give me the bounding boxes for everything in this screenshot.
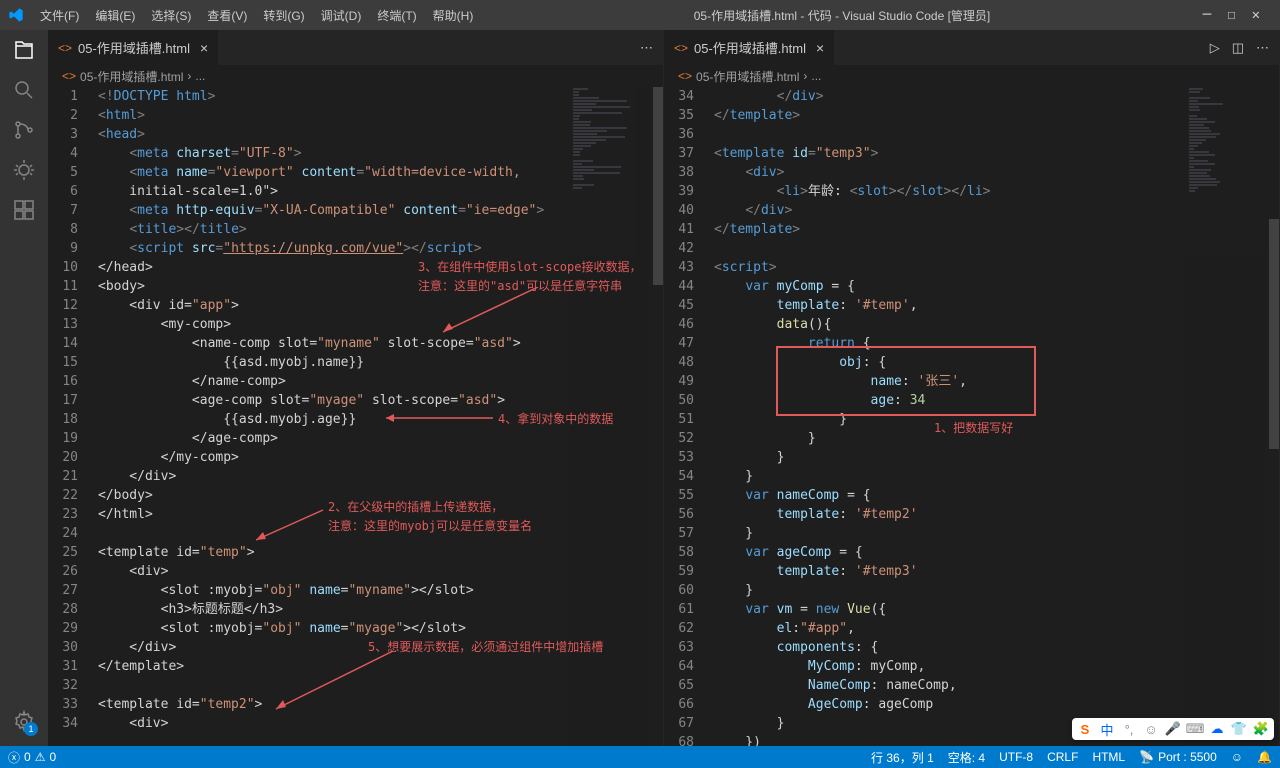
tab-actions: ▷ ◫ ⋯ <box>1200 40 1279 56</box>
split-icon[interactable]: ◫ <box>1232 40 1244 56</box>
titlebar: 文件(F) 编辑(E) 选择(S) 查看(V) 转到(G) 调试(D) 终端(T… <box>0 0 1280 30</box>
status-bell[interactable]: 🔔 <box>1257 749 1272 766</box>
menu-selection[interactable]: 选择(S) <box>143 7 199 24</box>
tab-label: 05-作用域插槽.html <box>694 38 806 57</box>
more-icon[interactable]: ⋯ <box>1256 40 1269 56</box>
menu-edit[interactable]: 编辑(E) <box>87 7 143 24</box>
ime-voice-icon[interactable]: 🎤 <box>1164 720 1182 738</box>
status-encoding[interactable]: UTF-8 <box>999 749 1033 766</box>
statusbar: ⓧ0 ⚠0 行 36，列 1 空格: 4 UTF-8 CRLF HTML 📡Po… <box>0 746 1280 768</box>
annotation-4: 4、拿到对象中的数据 <box>498 410 613 429</box>
status-position[interactable]: 行 36，列 1 <box>871 749 934 766</box>
main-area: 1 <> 05-作用域插槽.html × ⋯ <> 05-作用域插槽.html … <box>0 30 1280 746</box>
breadcrumb-file: 05-作用域插槽.html <box>696 68 799 85</box>
gutter-right: 3435363738394041424344454647484950515253… <box>664 87 714 746</box>
menu-file[interactable]: 文件(F) <box>32 7 87 24</box>
scrollbar-right[interactable] <box>1265 87 1279 746</box>
tabs-left: <> 05-作用域插槽.html × ⋯ <box>48 30 663 65</box>
ime-emoji-icon[interactable]: ☺ <box>1142 720 1160 738</box>
vscode-logo-icon <box>8 7 24 23</box>
breadcrumb-rest: ... <box>195 69 205 83</box>
settings-icon[interactable]: 1 <box>12 710 36 734</box>
ime-lang-icon[interactable]: 中 <box>1098 720 1116 738</box>
more-icon[interactable]: ⋯ <box>640 40 653 56</box>
annotation-5: 5、想要展示数据，必须通过组件中增加插槽 <box>368 638 603 657</box>
menu-go[interactable]: 转到(G) <box>255 7 312 24</box>
source-control-icon[interactable] <box>12 118 36 142</box>
breadcrumb-sep: › <box>803 69 807 83</box>
breadcrumb-sep: › <box>187 69 191 83</box>
gutter-left: 1234567891011121314151617181920212223242… <box>48 87 98 746</box>
status-language[interactable]: HTML <box>1092 749 1125 766</box>
ime-keyboard-icon[interactable]: ⌨ <box>1186 720 1204 738</box>
ime-logo-icon[interactable]: S <box>1076 720 1094 738</box>
tab-close-icon[interactable]: × <box>816 40 824 56</box>
tab-file[interactable]: <> 05-作用域插槽.html × <box>664 30 835 65</box>
editor-group-right: <> 05-作用域插槽.html × ▷ ◫ ⋯ <> 05-作用域插槽.htm… <box>664 30 1280 746</box>
html-file-icon: <> <box>674 41 688 55</box>
breadcrumb-left[interactable]: <> 05-作用域插槽.html › ... <box>48 65 663 87</box>
annotation-2: 2、在父级中的插槽上传递数据，注意：这里的myobj可以是任意变量名 <box>328 498 532 536</box>
scrollbar-left[interactable] <box>649 87 663 746</box>
status-feedback[interactable]: ☺ <box>1231 749 1243 766</box>
code-area-left[interactable]: 1234567891011121314151617181920212223242… <box>48 87 663 746</box>
status-problems[interactable]: ⓧ0 ⚠0 <box>8 749 56 766</box>
editor-area: <> 05-作用域插槽.html × ⋯ <> 05-作用域插槽.html › … <box>48 30 1280 746</box>
tabs-right: <> 05-作用域插槽.html × ▷ ◫ ⋯ <box>664 30 1279 65</box>
breadcrumb-file: 05-作用域插槽.html <box>80 68 183 85</box>
status-port[interactable]: 📡Port : 5500 <box>1139 749 1217 766</box>
broadcast-icon: 📡 <box>1139 750 1154 764</box>
warning-icon: ⚠ <box>35 750 46 764</box>
status-eol[interactable]: CRLF <box>1047 749 1078 766</box>
ime-skin-icon[interactable]: 👕 <box>1230 720 1248 738</box>
menu-terminal[interactable]: 终端(T) <box>369 7 424 24</box>
code-area-right[interactable]: 3435363738394041424344454647484950515253… <box>664 87 1279 746</box>
html-file-icon: <> <box>58 41 72 55</box>
menu-bar: 文件(F) 编辑(E) 选择(S) 查看(V) 转到(G) 调试(D) 终端(T… <box>32 7 481 24</box>
breadcrumb-rest: ... <box>811 69 821 83</box>
search-icon[interactable] <box>12 78 36 102</box>
ime-cloud-icon[interactable]: ☁ <box>1208 720 1226 738</box>
minimap-right[interactable] <box>1185 87 1265 746</box>
ime-punct-icon[interactable]: °, <box>1120 720 1138 738</box>
menu-view[interactable]: 查看(V) <box>199 7 255 24</box>
editor-group-left: <> 05-作用域插槽.html × ⋯ <> 05-作用域插槽.html › … <box>48 30 664 746</box>
annotation-3: 3、在组件中使用slot-scope接收数据，注意：这里的"asd"可以是任意字… <box>418 258 641 296</box>
close-icon[interactable]: ✕ <box>1252 7 1260 23</box>
maximize-icon[interactable]: ☐ <box>1227 7 1235 23</box>
status-spaces[interactable]: 空格: 4 <box>948 749 985 766</box>
run-icon[interactable]: ▷ <box>1210 40 1220 56</box>
debug-icon[interactable] <box>12 158 36 182</box>
window-controls: ─ ☐ ✕ <box>1203 7 1260 23</box>
ime-tool-icon[interactable]: 🧩 <box>1252 720 1270 738</box>
minimize-icon[interactable]: ─ <box>1203 7 1211 23</box>
menu-debug[interactable]: 调试(D) <box>313 7 370 24</box>
explorer-icon[interactable] <box>12 38 36 62</box>
tab-actions: ⋯ <box>630 40 663 56</box>
error-icon: ⓧ <box>8 749 20 766</box>
tab-close-icon[interactable]: × <box>200 40 208 56</box>
annotation-1: 1、把数据写好 <box>934 419 1013 438</box>
ime-toolbar[interactable]: S 中 °, ☺ 🎤 ⌨ ☁ 👕 🧩 <box>1072 718 1274 740</box>
extensions-icon[interactable] <box>12 198 36 222</box>
window-title: 05-作用域插槽.html - 代码 - Visual Studio Code … <box>481 7 1202 24</box>
tab-file[interactable]: <> 05-作用域插槽.html × <box>48 30 219 65</box>
menu-help[interactable]: 帮助(H) <box>425 7 482 24</box>
activity-bar: 1 <box>0 30 48 746</box>
settings-badge: 1 <box>24 722 38 736</box>
html-file-icon: <> <box>62 69 76 83</box>
breadcrumb-right[interactable]: <> 05-作用域插槽.html › ... <box>664 65 1279 87</box>
html-file-icon: <> <box>678 69 692 83</box>
tab-label: 05-作用域插槽.html <box>78 38 190 57</box>
